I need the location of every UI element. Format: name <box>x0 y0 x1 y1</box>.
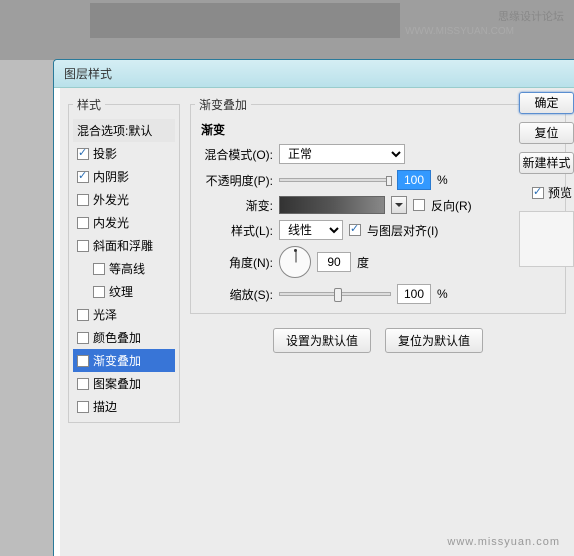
style-checkbox[interactable] <box>77 194 89 206</box>
angle-dial[interactable] <box>279 246 311 278</box>
style-item[interactable]: 投影 <box>73 142 175 165</box>
cancel-button[interactable]: 复位 <box>519 122 574 144</box>
style-checkbox[interactable] <box>77 148 89 160</box>
scale-value[interactable]: 100 <box>397 284 431 304</box>
style-checkbox[interactable] <box>77 332 89 344</box>
reverse-label: 反向(R) <box>431 197 472 214</box>
preview-swatch <box>519 211 574 267</box>
gradient-label: 渐变: <box>195 197 273 214</box>
style-item-label: 渐变叠加 <box>93 352 141 369</box>
style-item[interactable]: 内发光 <box>73 211 175 234</box>
opacity-slider[interactable] <box>279 178 391 182</box>
blend-mode-row: 混合模式(O): 正常 <box>195 144 561 164</box>
angle-unit: 度 <box>357 254 369 271</box>
gradient-overlay-legend: 渐变叠加 <box>195 96 251 113</box>
watermark-main: 思缘设计论坛 <box>498 8 564 24</box>
watermark-bottom: www.missyuan.com <box>447 536 560 548</box>
reset-default-button[interactable]: 复位为默认值 <box>385 328 483 353</box>
dialog-titlebar[interactable]: 图层样式 <box>54 60 574 88</box>
style-item-label: 斜面和浮雕 <box>93 237 153 254</box>
style-item[interactable]: 外发光 <box>73 188 175 211</box>
preview-label: 预览 <box>548 184 572 201</box>
gradient-dropdown-icon[interactable] <box>391 196 407 214</box>
background-inner <box>90 3 400 38</box>
blend-options-header[interactable]: 混合选项:默认 <box>73 119 175 142</box>
styles-list: 混合选项:默认 <box>73 119 175 142</box>
scale-label: 缩放(S): <box>195 286 273 303</box>
style-item[interactable]: 等高线 <box>73 257 175 280</box>
angle-label: 角度(N): <box>195 254 273 271</box>
style-item[interactable]: 光泽 <box>73 303 175 326</box>
set-default-button[interactable]: 设置为默认值 <box>273 328 371 353</box>
default-buttons-row: 设置为默认值 复位为默认值 <box>190 328 566 353</box>
style-item[interactable]: 颜色叠加 <box>73 326 175 349</box>
opacity-row: 不透明度(P): 100 % <box>195 170 561 190</box>
gradient-row: 渐变: 反向(R) <box>195 196 561 214</box>
styles-fieldset: 样式 混合选项:默认 投影内阴影外发光内发光斜面和浮雕等高线纹理光泽颜色叠加渐变… <box>68 96 180 423</box>
gradient-preview[interactable] <box>279 196 385 214</box>
style-item[interactable]: 纹理 <box>73 280 175 303</box>
options-panel: 渐变叠加 渐变 混合模式(O): 正常 不透明度(P): 100 % 渐变: 反… <box>190 96 566 548</box>
style-item-label: 颜色叠加 <box>93 329 141 346</box>
preview-checkbox[interactable] <box>532 187 544 199</box>
styles-panel: 样式 混合选项:默认 投影内阴影外发光内发光斜面和浮雕等高线纹理光泽颜色叠加渐变… <box>68 96 180 548</box>
style-item-label: 内发光 <box>93 214 129 231</box>
scale-slider[interactable] <box>279 292 391 296</box>
new-style-button[interactable]: 新建样式 <box>519 152 574 174</box>
watermark-sub: WWW.MISSYUAN.COM <box>405 26 514 37</box>
style-checkbox[interactable] <box>77 355 89 367</box>
align-checkbox[interactable] <box>349 224 361 236</box>
style-checkbox[interactable] <box>77 401 89 413</box>
opacity-label: 不透明度(P): <box>195 172 273 189</box>
style-checkbox[interactable] <box>77 309 89 321</box>
style-checkbox[interactable] <box>77 240 89 252</box>
angle-row: 角度(N): 90 度 <box>195 246 561 278</box>
style-checkbox[interactable] <box>77 378 89 390</box>
style-checkbox[interactable] <box>77 171 89 183</box>
opacity-thumb[interactable] <box>386 176 392 186</box>
reverse-checkbox[interactable] <box>413 199 425 211</box>
style-item[interactable]: 渐变叠加 <box>73 349 175 372</box>
style-item-label: 外发光 <box>93 191 129 208</box>
styles-legend: 样式 <box>73 96 105 113</box>
gradient-overlay-fieldset: 渐变叠加 渐变 混合模式(O): 正常 不透明度(P): 100 % 渐变: 反… <box>190 96 566 314</box>
right-column: 确定 复位 新建样式 预览 <box>516 92 574 267</box>
style-item-label: 投影 <box>93 145 117 162</box>
style-checkbox[interactable] <box>77 217 89 229</box>
preview-check-row: 预览 <box>532 184 574 201</box>
scale-unit: % <box>437 287 448 301</box>
style-checkbox[interactable] <box>93 263 105 275</box>
scale-row: 缩放(S): 100 % <box>195 284 561 304</box>
style-row: 样式(L): 线性 与图层对齐(I) <box>195 220 561 240</box>
angle-value[interactable]: 90 <box>317 252 351 272</box>
style-item[interactable]: 斜面和浮雕 <box>73 234 175 257</box>
style-item-label: 等高线 <box>109 260 145 277</box>
style-item[interactable]: 内阴影 <box>73 165 175 188</box>
style-item-label: 图案叠加 <box>93 375 141 392</box>
ok-button[interactable]: 确定 <box>519 92 574 114</box>
scale-thumb[interactable] <box>334 288 342 302</box>
style-label: 样式(L): <box>195 222 273 239</box>
styles-items: 投影内阴影外发光内发光斜面和浮雕等高线纹理光泽颜色叠加渐变叠加图案叠加描边 <box>73 142 175 418</box>
style-checkbox[interactable] <box>93 286 105 298</box>
blend-mode-select[interactable]: 正常 <box>279 144 405 164</box>
style-select[interactable]: 线性 <box>279 220 343 240</box>
style-item-label: 内阴影 <box>93 168 129 185</box>
style-item-label: 描边 <box>93 398 117 415</box>
opacity-value[interactable]: 100 <box>397 170 431 190</box>
opacity-unit: % <box>437 173 448 187</box>
style-item-label: 纹理 <box>109 283 133 300</box>
style-item[interactable]: 图案叠加 <box>73 372 175 395</box>
blend-mode-label: 混合模式(O): <box>195 146 273 163</box>
gradient-sublabel: 渐变 <box>201 121 561 138</box>
dialog-body: 样式 混合选项:默认 投影内阴影外发光内发光斜面和浮雕等高线纹理光泽颜色叠加渐变… <box>60 88 574 556</box>
layer-style-dialog: 图层样式 样式 混合选项:默认 投影内阴影外发光内发光斜面和浮雕等高线纹理光泽颜… <box>53 59 574 556</box>
style-item-label: 光泽 <box>93 306 117 323</box>
style-item[interactable]: 描边 <box>73 395 175 418</box>
align-label: 与图层对齐(I) <box>367 222 438 239</box>
